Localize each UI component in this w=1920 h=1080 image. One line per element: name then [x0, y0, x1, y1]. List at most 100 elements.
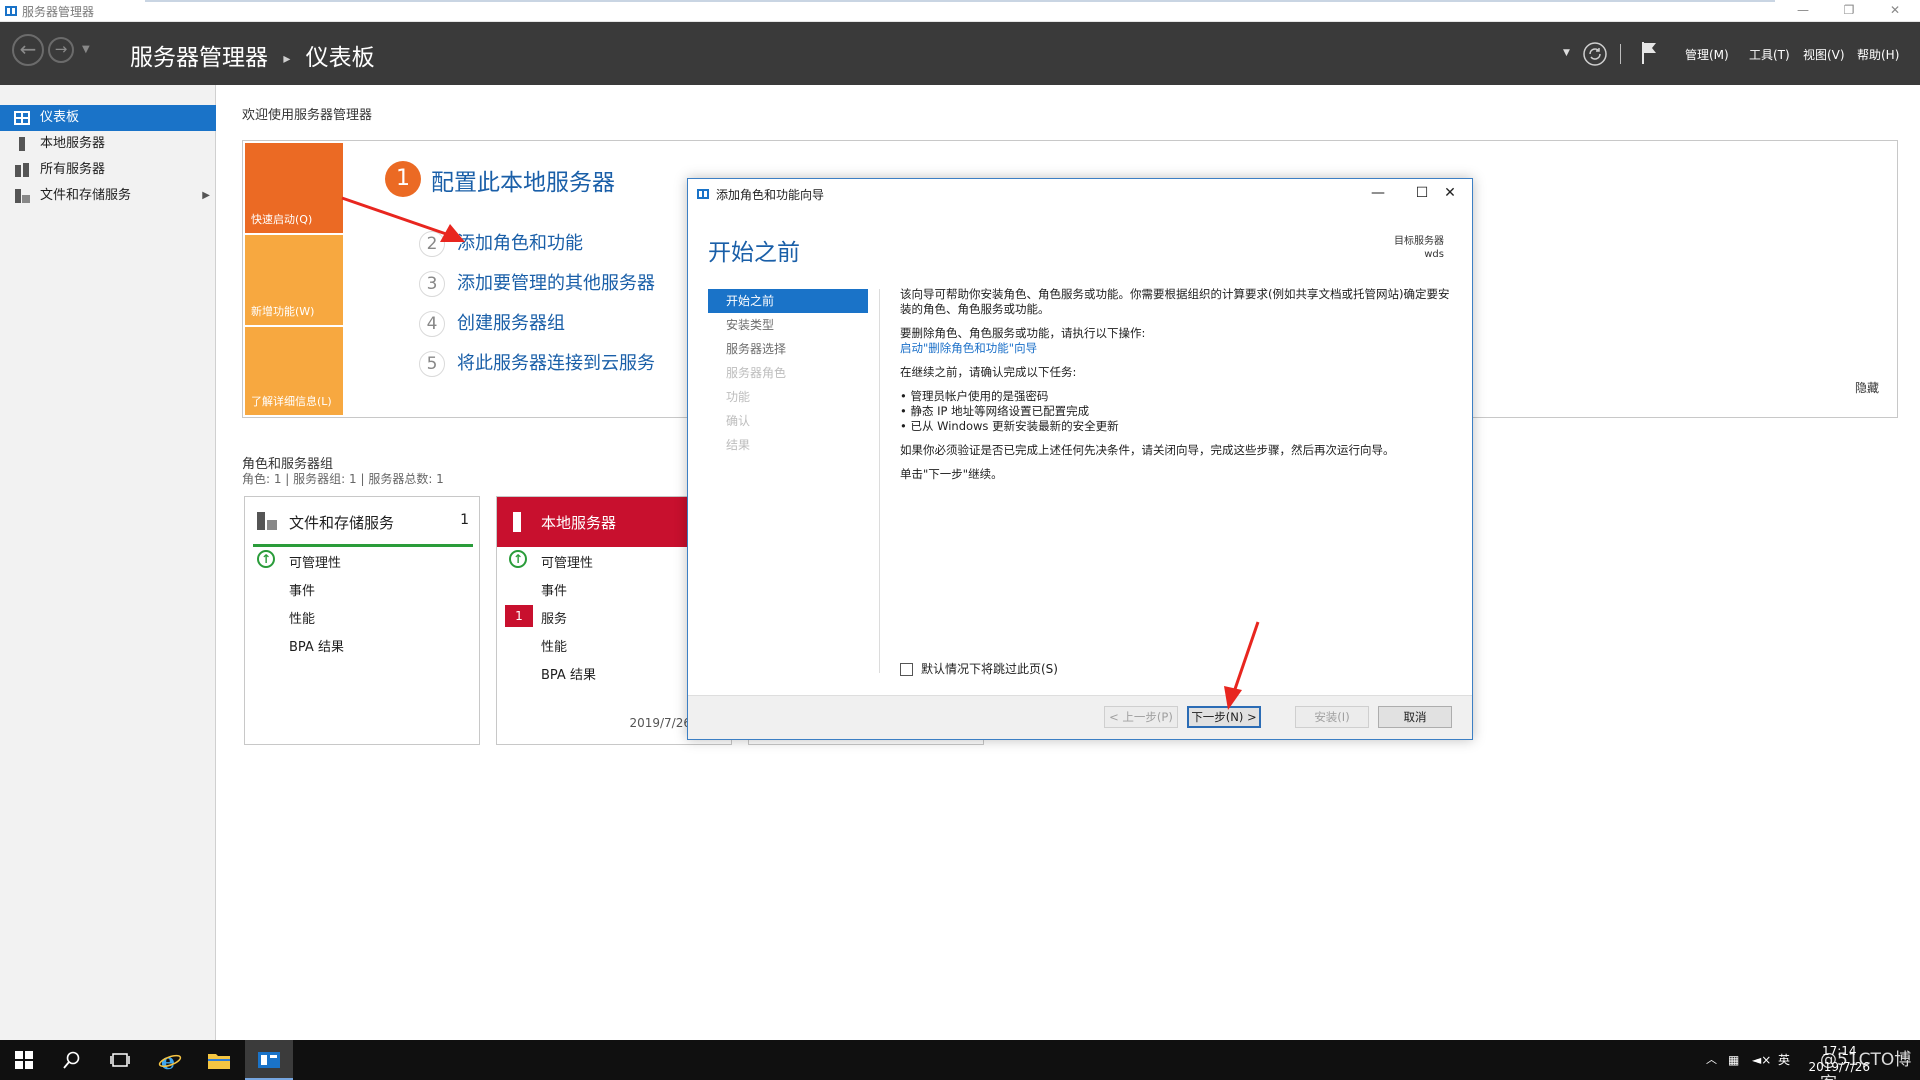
search-button[interactable] [48, 1040, 96, 1080]
server-manager-taskbar-button[interactable] [245, 1040, 293, 1080]
learn-more-tile[interactable]: 了解详细信息(L) [245, 327, 343, 415]
checkbox-label: 默认情况下将跳过此页(S) [921, 662, 1058, 676]
dialog-minimize-button[interactable]: — [1360, 183, 1396, 205]
card-row-events[interactable]: 事件 [541, 580, 567, 599]
prereq-bullet: • 静态 IP 地址等网络设置已配置完成 [900, 404, 1090, 418]
configure-local-server-link[interactable]: 配置此本地服务器 [431, 163, 615, 197]
menu-help[interactable]: 帮助(H) [1857, 46, 1899, 63]
step-label: 添加角色和功能 [457, 233, 583, 254]
remove-roles-link[interactable]: 启动"删除角色和功能"向导 [900, 341, 1456, 356]
wizard-nav-installation-type[interactable]: 安装类型 [708, 313, 868, 337]
card-row-bpa[interactable]: BPA 结果 [541, 664, 596, 683]
cancel-button[interactable]: 取消 [1378, 706, 1452, 728]
hide-link[interactable]: 隐藏 [1855, 379, 1879, 396]
volume-muted-icon[interactable]: ◄× [1752, 1040, 1771, 1080]
wizard-app-icon [697, 189, 709, 199]
ime-indicator[interactable]: 英 [1778, 1040, 1790, 1080]
ie-browser-button[interactable]: e [146, 1040, 194, 1080]
start-button[interactable] [0, 1040, 48, 1080]
card-row-performance[interactable]: 性能 [289, 608, 315, 627]
target-server-value: wds [1424, 249, 1444, 260]
step-add-servers-link[interactable]: 3 添加要管理的其他服务器 [419, 269, 655, 297]
tile-label: 快速启动(Q) [251, 213, 313, 226]
quick-start-tile[interactable]: 快速启动(Q) [245, 143, 343, 233]
dialog-close-button[interactable]: ✕ [1432, 183, 1468, 205]
step-label: 创建服务器组 [457, 313, 565, 334]
step-add-roles-link[interactable]: 2 添加角色和功能 [419, 229, 583, 257]
before-continue-text: 在继续之前，请确认完成以下任务: [900, 365, 1077, 379]
wizard-nav-server-roles: 服务器角色 [726, 366, 787, 380]
card-row-bpa[interactable]: BPA 结果 [289, 636, 344, 655]
card-row-events[interactable]: 事件 [289, 580, 315, 599]
card-title: 文件和存储服务 [289, 514, 395, 532]
server-icon [19, 137, 25, 151]
step-cloud-link[interactable]: 5 将此服务器连接到云服务 [419, 349, 655, 377]
history-dropdown-icon[interactable]: ▼ [82, 44, 90, 55]
target-server-info: 目标服务器 wds [1394, 235, 1444, 261]
restore-button[interactable]: ❐ [1826, 0, 1872, 22]
header-divider [1620, 44, 1621, 64]
install-button[interactable]: 安装(I) [1295, 706, 1369, 728]
server-manager-app-icon [5, 6, 17, 16]
step-create-group-link[interactable]: 4 创建服务器组 [419, 309, 565, 337]
servers-icon [15, 163, 29, 177]
wizard-nav-before-you-begin[interactable]: 开始之前 [708, 289, 868, 313]
status-ok-icon: ↑ [257, 550, 275, 568]
whats-new-tile[interactable]: 新增功能(W) [245, 235, 343, 325]
task-view-button[interactable] [96, 1040, 144, 1080]
network-icon[interactable]: ▦ [1728, 1040, 1739, 1080]
roles-section-subtitle: 角色: 1 | 服务器组: 1 | 服务器总数: 1 [242, 472, 444, 486]
sidebar-item-label: 仪表板 [40, 110, 80, 125]
search-icon [63, 1051, 80, 1069]
skip-page-checkbox[interactable]: 默认情况下将跳过此页(S) [900, 660, 1058, 677]
breadcrumb-root[interactable]: 服务器管理器 [130, 45, 268, 71]
dashboard-icon [14, 111, 30, 125]
card-row-services[interactable]: 服务 [541, 608, 567, 627]
checkbox-box[interactable] [900, 663, 913, 676]
file-explorer-button[interactable] [195, 1040, 243, 1080]
card-row-manageability[interactable]: 可管理性 [541, 552, 593, 571]
expand-arrow-icon[interactable]: ▶ [202, 183, 210, 209]
dialog-titlebar[interactable]: 添加角色和功能向导 — ☐ ✕ [688, 179, 1472, 209]
sidebar-item-dashboard[interactable]: 仪表板 [0, 105, 216, 131]
role-card-file-storage[interactable]: 文件和存储服务 1 ↑ 可管理性 事件 性能 BPA 结果 [244, 496, 480, 745]
window-title: 服务器管理器 [22, 5, 95, 19]
card-row-manageability[interactable]: 可管理性 [289, 552, 341, 571]
add-roles-wizard-dialog: 添加角色和功能向导 — ☐ ✕ 开始之前 目标服务器 wds 开始之前 安装类型… [687, 178, 1473, 740]
internet-explorer-icon: e [158, 1049, 182, 1075]
window-titlebar: 服务器管理器 — ❐ ✕ [0, 0, 1920, 22]
sidebar-item-file-storage[interactable]: 文件和存储服务 ▶ [0, 183, 216, 209]
storage-icon [15, 189, 30, 203]
menu-view[interactable]: 视图(V) [1803, 46, 1845, 63]
tile-label: 新增功能(W) [251, 305, 315, 318]
step-number: 3 [419, 271, 445, 297]
card-header[interactable]: 文件和存储服务 1 [253, 497, 473, 547]
sidebar-item-label: 本地服务器 [40, 136, 106, 151]
remove-hint-text: 要删除角色、角色服务或功能，请执行以下操作: [900, 326, 1146, 340]
minimize-button[interactable]: — [1780, 0, 1826, 22]
step-number: 4 [419, 311, 445, 337]
sidebar-item-all-servers[interactable]: 所有服务器 [0, 157, 216, 183]
wizard-nav-server-selection[interactable]: 服务器选择 [708, 337, 868, 361]
card-row-performance[interactable]: 性能 [541, 636, 567, 655]
previous-button[interactable]: < 上一步(P) [1104, 706, 1178, 728]
server-manager-icon [258, 1052, 280, 1068]
step-number: 2 [419, 231, 445, 257]
sidebar-item-local-server[interactable]: 本地服务器 [0, 131, 216, 157]
forward-button[interactable]: → [48, 37, 74, 63]
tray-expand-icon[interactable]: ︿ [1706, 1040, 1717, 1080]
menu-manage[interactable]: 管理(M) [1685, 46, 1729, 63]
prereq-bullet: • 管理员帐户使用的是强密码 [900, 389, 1049, 403]
close-button[interactable]: ✕ [1872, 0, 1918, 22]
forward-arrow-icon: → [54, 40, 68, 58]
refresh-icon[interactable] [1582, 41, 1608, 67]
dialog-title: 添加角色和功能向导 [716, 188, 825, 202]
next-button[interactable]: 下一步(N) > [1187, 706, 1261, 728]
notification-flag-icon[interactable] [1640, 40, 1658, 66]
sidebar-item-label: 文件和存储服务 [40, 188, 132, 203]
menu-tools[interactable]: 工具(T) [1749, 46, 1790, 63]
dialog-heading: 开始之前 [708, 240, 800, 266]
header-dropdown-icon[interactable]: ▼ [1563, 48, 1570, 58]
wizard-nav: 开始之前 安装类型 服务器选择 服务器角色 功能 确认 结果 [708, 289, 868, 457]
back-button[interactable]: ← [12, 34, 44, 66]
